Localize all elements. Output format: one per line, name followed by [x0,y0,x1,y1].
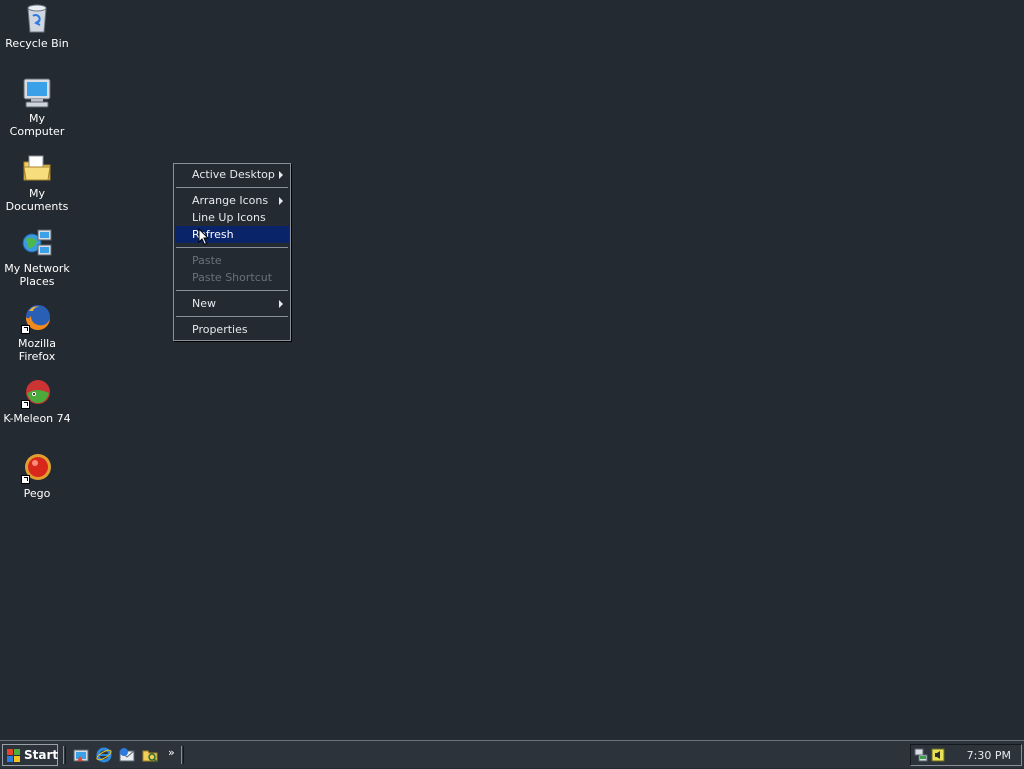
desktop-icon-label: My Documents [5,187,69,213]
pego-icon [21,452,53,484]
desktop-icon-mozilla-firefox[interactable]: Mozilla Firefox [0,302,74,363]
my-computer-icon [21,77,53,109]
desktop-icon-label: K-Meleon 74 [3,412,71,425]
shortcut-arrow-icon [21,400,30,409]
toolbar-grip[interactable] [63,746,66,764]
menu-separator [176,187,288,188]
menu-item-active-desktop[interactable]: Active Desktop [175,166,289,183]
start-button[interactable]: Start [2,744,58,766]
desktop-icon-k-meleon[interactable]: K-Meleon 74 [0,377,74,425]
menu-item-label: Arrange Icons [192,194,269,207]
outlook-express-icon[interactable] [119,747,135,763]
toolbar-grip[interactable] [181,746,184,764]
menu-item-label: Active Desktop [192,168,275,181]
desktop-icon-label: My Network Places [4,262,70,288]
desktop-icon-recycle-bin[interactable]: Recycle Bin [0,2,74,50]
my-documents-icon [21,152,53,184]
menu-item-label: New [192,297,216,310]
menu-item-label: Properties [192,323,248,336]
menu-item-label: Paste [192,254,222,267]
menu-item-properties[interactable]: Properties [175,321,289,338]
desktop-icon-label: My Computer [9,112,65,138]
menu-item-paste-shortcut: Paste Shortcut [175,269,289,286]
shortcut-arrow-icon [21,325,30,334]
desktop-context-menu: Active Desktop Arrange Icons Line Up Ico… [173,163,291,341]
desktop-icon-label: Mozilla Firefox [18,337,56,363]
shortcut-arrow-icon [21,475,30,484]
quick-launch-overflow-chevron[interactable]: » [168,746,175,759]
network-icon[interactable] [914,748,928,762]
my-network-places-icon [21,227,53,259]
desktop[interactable]: Recycle Bin My Computer My Documents My … [0,0,1024,740]
desktop-icon-my-documents[interactable]: My Documents [0,152,74,213]
menu-item-refresh[interactable]: Refresh [175,226,289,243]
submenu-arrow-icon [279,171,283,179]
recycle-bin-icon [21,2,53,34]
windows-flag-icon [7,749,21,769]
firefox-icon [21,302,53,334]
windows-explorer-icon[interactable] [142,747,158,763]
clock[interactable]: 7:30 PM [967,749,1011,762]
desktop-icon-my-computer[interactable]: My Computer [0,77,74,138]
mouse-pointer-icon [198,227,210,249]
volume-icon[interactable] [931,748,945,762]
start-label: Start [24,748,59,762]
menu-item-new[interactable]: New [175,295,289,312]
desktop-icon-my-network-places[interactable]: My Network Places [0,227,74,288]
menu-item-paste: Paste [175,252,289,269]
submenu-arrow-icon [279,300,283,308]
desktop-icon-label: Pego [23,487,51,500]
k-meleon-icon [21,377,53,409]
show-desktop-icon[interactable] [73,747,89,763]
desktop-icon-pego[interactable]: Pego [0,452,74,500]
menu-item-label: Paste Shortcut [192,271,273,284]
menu-item-arrange-icons[interactable]: Arrange Icons [175,192,289,209]
menu-item-label: Line Up Icons [192,211,266,224]
menu-separator [176,316,288,317]
menu-separator [176,290,288,291]
internet-explorer-icon[interactable] [96,747,112,763]
desktop-icon-label: Recycle Bin [5,37,69,50]
taskbar: Start » 7:30 PM [0,740,1024,768]
menu-separator [176,247,288,248]
system-tray: 7:30 PM [910,744,1022,766]
menu-item-line-up-icons[interactable]: Line Up Icons [175,209,289,226]
submenu-arrow-icon [279,197,283,205]
